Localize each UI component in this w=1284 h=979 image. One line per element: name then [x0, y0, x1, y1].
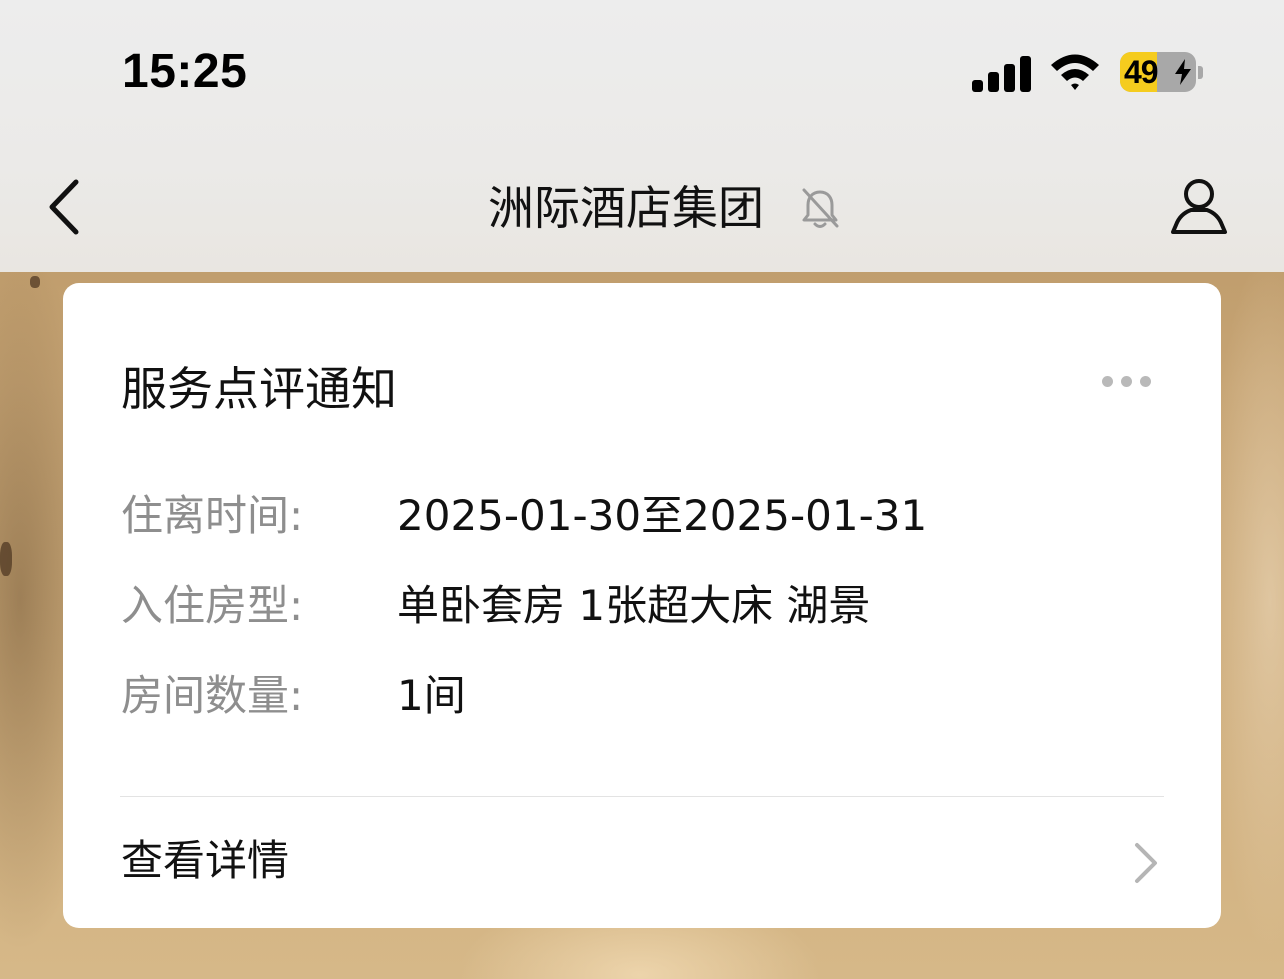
- chevron-left-icon: [49, 179, 79, 235]
- field-label: 房间数量:: [121, 671, 304, 720]
- battery-tip: [1198, 66, 1203, 79]
- field-label: 入住房型:: [121, 581, 304, 630]
- bolt-icon: [1175, 59, 1191, 85]
- notification-card: 服务点评通知 住离时间: 2025-01-30至2025-01-31 入住房型:…: [63, 283, 1221, 928]
- signal-icon: [972, 56, 1031, 92]
- wifi-icon: [1051, 54, 1099, 90]
- status-time: 15:25: [122, 45, 248, 98]
- view-details-link[interactable]: 查看详情: [63, 797, 1221, 928]
- field-label: 住离时间:: [121, 491, 304, 540]
- field-value: 2025-01-30至2025-01-31: [397, 491, 928, 540]
- more-options-button[interactable]: [1093, 369, 1159, 393]
- back-button[interactable]: [40, 176, 90, 238]
- bell-off-icon: [802, 188, 839, 228]
- wall-mark: [0, 542, 12, 576]
- field-value: 1间: [397, 671, 466, 720]
- wall-mark: [30, 276, 40, 288]
- battery-icon: 49: [1120, 52, 1196, 92]
- chevron-right-icon: [1135, 843, 1157, 883]
- view-details-label: 查看详情: [121, 836, 290, 885]
- battery-level-text: 49: [1124, 54, 1159, 90]
- card-title: 服务点评通知: [121, 362, 397, 416]
- chat-title: 洲际酒店集团: [488, 181, 764, 235]
- navigation-header: 15:25 49 洲际酒店集团: [0, 0, 1284, 272]
- field-value: 单卧套房 1张超大床 湖景: [397, 581, 871, 630]
- chat-info-button[interactable]: [1166, 176, 1232, 238]
- person-icon: [1171, 179, 1227, 234]
